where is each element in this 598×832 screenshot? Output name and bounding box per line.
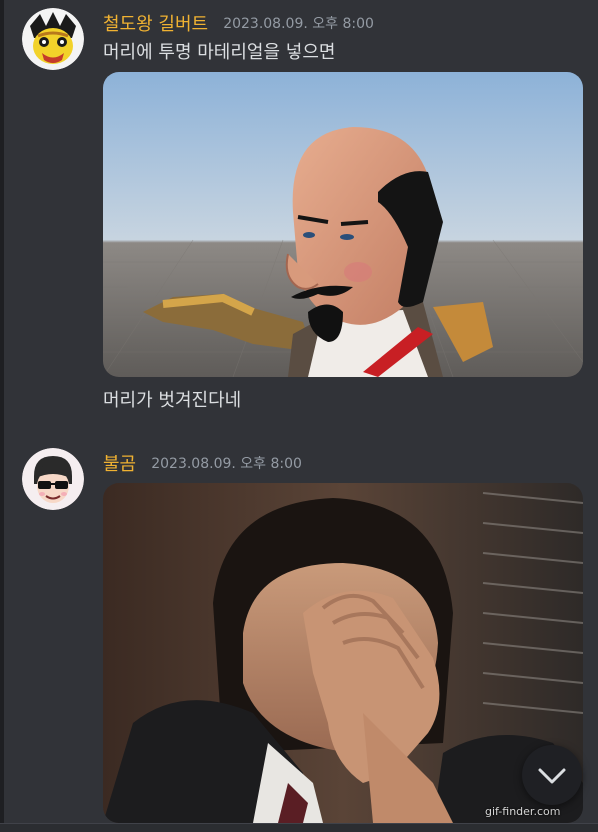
gif-watermark: gif-finder.com <box>485 805 561 818</box>
attachment-image <box>103 72 583 377</box>
username[interactable]: 불곰 <box>103 454 136 475</box>
image-attachment[interactable] <box>103 72 583 377</box>
gif-attachment[interactable]: gif-finder.com <box>103 483 583 823</box>
avatar-image <box>22 8 84 70</box>
chevron-down-icon <box>538 768 566 784</box>
message-header: 철도왕 길버트 2023.08.09. 오후 8:00 <box>103 10 374 35</box>
message-caption: 머리가 벗겨진다네 <box>103 390 242 411</box>
avatar[interactable] <box>22 8 84 70</box>
avatar-image <box>22 448 84 510</box>
timestamp: 2023.08.09. 오후 8:00 <box>223 16 374 32</box>
scroll-to-bottom-button[interactable] <box>522 745 582 805</box>
message-group-1: 철도왕 길버트 2023.08.09. 오후 8:00 머리에 투명 마테리얼을… <box>22 8 592 411</box>
gif-image <box>103 483 583 823</box>
message-group-2: 불곰 2023.08.09. 오후 8:00 gif-finder.com <box>22 448 592 831</box>
message-text: 머리에 투명 마테리얼을 넣으면 <box>103 42 336 63</box>
avatar[interactable] <box>22 448 84 510</box>
timestamp: 2023.08.09. 오후 8:00 <box>151 456 302 472</box>
username[interactable]: 철도왕 길버트 <box>103 14 208 35</box>
channel-list-edge <box>0 0 4 831</box>
message-header: 불곰 2023.08.09. 오후 8:00 <box>103 450 302 475</box>
